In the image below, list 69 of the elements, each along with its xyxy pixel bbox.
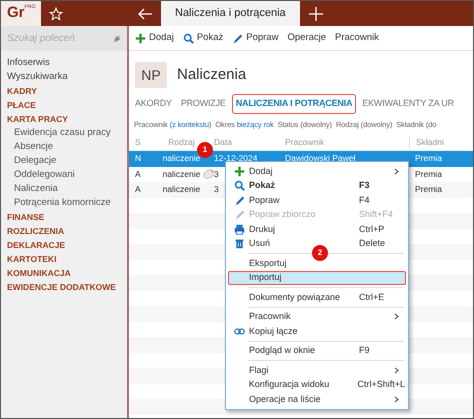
table-cell: naliczenie (162, 168, 200, 179)
back-arrow-icon[interactable] (137, 8, 153, 20)
table-cell: Dawidowski Paweł (285, 153, 356, 164)
sidebar-section[interactable]: FINANSE (7, 210, 121, 224)
sidebar-section[interactable]: ROZLICZENIA (7, 224, 121, 238)
table-cell: naliczenie (162, 184, 200, 194)
printer-icon (234, 224, 244, 235)
menu-item[interactable]: Operacje na liście (228, 392, 406, 406)
sidebar-section[interactable]: KADRY (7, 84, 121, 98)
menu-item[interactable]: Flagi (228, 363, 406, 378)
plus-icon (135, 32, 146, 44)
pin-icon[interactable] (113, 34, 121, 42)
menu-item[interactable]: Dodaj (228, 164, 406, 178)
sidebar-item[interactable]: Oddelegowani (7, 168, 121, 182)
search-icon (182, 32, 194, 44)
tab[interactable]: Naliczenia i potrącenia (161, 1, 300, 26)
sidebar-item[interactable]: Potrącenia komornicze (7, 196, 121, 210)
table-cell: 12-12-2024 (214, 153, 258, 164)
toolbar-button[interactable]: Operacje (287, 30, 326, 46)
view-tab[interactable]: PROWIZJE (178, 94, 229, 114)
star-icon[interactable] (49, 6, 63, 20)
menu-item[interactable]: Popraw F4 (228, 193, 406, 208)
table-cell: 3 (214, 184, 219, 194)
menu-item[interactable]: Pokaż F3 (228, 178, 406, 193)
menu-item[interactable]: Dokumenty powiązane Ctrl+E (228, 290, 406, 304)
brush-icon (234, 209, 244, 220)
brush-icon (232, 32, 244, 44)
toolbar-button[interactable]: Dodaj (135, 30, 174, 46)
sidebar-item[interactable]: Naliczenia (7, 182, 121, 196)
search-placeholder: Szukaj poleceń (7, 32, 75, 46)
sidebar-section[interactable]: KARTA PRACY (7, 112, 121, 126)
table-cell: Premia (415, 168, 442, 179)
view-tab[interactable]: EKWIWALENTY ZA UR (359, 94, 457, 114)
sidebar-item[interactable]: Infoserwis (7, 56, 121, 70)
menu-item[interactable]: Importuj (228, 270, 406, 285)
toolbar-button[interactable]: Pokaż (182, 30, 224, 46)
link-icon (234, 326, 244, 337)
table-cell: A (135, 168, 141, 179)
trash-icon (234, 238, 244, 250)
page-title: Naliczenia (177, 64, 246, 85)
sidebar-item[interactable]: Delegacje (7, 154, 121, 168)
sidebar-section[interactable]: PŁACE (7, 98, 121, 112)
menu-item[interactable]: Podgląd w oknie F9 (228, 344, 406, 358)
table-cell: A (135, 184, 141, 194)
sidebar-item[interactable]: Ewidencja czasu pracy (7, 126, 121, 140)
menu-item[interactable]: Kopiuj łącze (228, 324, 406, 338)
table-cell: 3 (214, 168, 219, 179)
table-cell: Premia (415, 184, 442, 194)
table-cell: N (135, 153, 142, 164)
new-tab-icon[interactable] (308, 6, 323, 20)
search-icon (234, 180, 244, 192)
sidebar-section[interactable]: DEKLARACJE (7, 238, 121, 252)
sidebar-item[interactable]: Absencje (7, 140, 121, 154)
page-badge: NP (135, 62, 167, 88)
menu-item[interactable]: Pracownik (228, 310, 406, 324)
toolbar-button[interactable]: Popraw (232, 30, 278, 46)
sidebar-section[interactable]: KARTOTEKI (7, 252, 121, 266)
sidebar-section[interactable]: KOMUNIKACJA (7, 266, 121, 280)
table-cell: Premia (415, 153, 442, 164)
view-tab[interactable]: NALICZENIA I POTRĄCENIA (232, 94, 356, 114)
mouse-icon (202, 168, 216, 180)
sidebar-section[interactable]: EWIDENCJE DODATKOWE (7, 280, 121, 294)
toolbar-button[interactable]: Pracownik (335, 30, 379, 46)
plus-icon (234, 166, 244, 177)
menu-item[interactable]: Konfiguracja widoku Ctrl+Shift+L (228, 378, 406, 392)
menu-item[interactable]: Drukuj Ctrl+P (228, 222, 406, 236)
brush-icon (234, 194, 244, 206)
sidebar-item[interactable]: Wyszukiwarka (7, 70, 121, 84)
view-tab[interactable]: AKORDY (132, 94, 175, 114)
